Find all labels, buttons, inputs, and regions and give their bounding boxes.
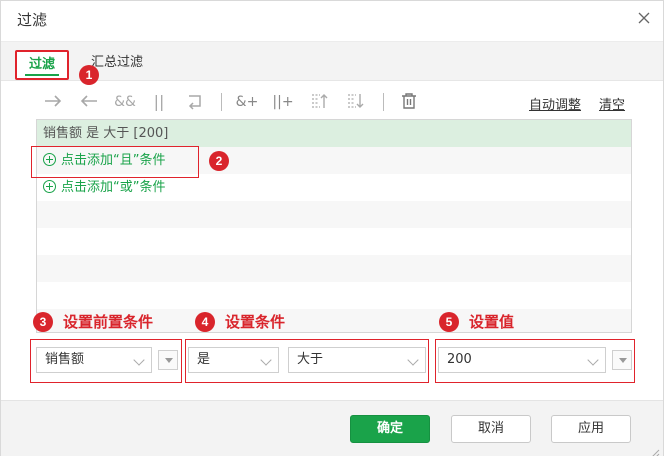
field-select[interactable]: 销售额 bbox=[36, 347, 152, 373]
condition-select-value: 大于 bbox=[297, 352, 324, 367]
add-or-condition-link[interactable]: 点击添加“或”条件 bbox=[61, 180, 165, 195]
empty-row bbox=[37, 282, 631, 309]
plus-circle-icon bbox=[43, 180, 56, 193]
add-or-row[interactable]: 点击添加“或”条件 bbox=[37, 174, 631, 201]
undo-wrap-icon[interactable] bbox=[183, 91, 207, 113]
add-or-icon[interactable]: ||+ bbox=[271, 91, 295, 113]
field-dropdown-button[interactable] bbox=[158, 350, 178, 370]
annotation-badge-1: 1 bbox=[79, 65, 99, 85]
annotation-box-2 bbox=[31, 146, 199, 178]
chevron-down-icon bbox=[260, 354, 272, 366]
condition-toolbar: && || &+ ||+ 自动调整 清空 bbox=[37, 89, 631, 115]
triangle-down-icon bbox=[165, 358, 173, 363]
ok-button[interactable]: 确定 bbox=[350, 415, 430, 443]
empty-row bbox=[37, 201, 631, 228]
tab-bar: 过滤 汇总过滤 bbox=[1, 41, 663, 81]
clear-link[interactable]: 清空 bbox=[599, 94, 625, 113]
move-up-icon[interactable] bbox=[307, 91, 331, 113]
apply-button[interactable]: 应用 bbox=[551, 415, 631, 443]
tab-filter[interactable]: 过滤 bbox=[15, 50, 69, 80]
annotation-badge-3: 3 bbox=[33, 312, 53, 332]
label-precondition: 设置前置条件 bbox=[63, 313, 154, 331]
filter-dialog: 过滤 过滤 汇总过滤 1 && || &+ ||+ 自动调整 清空 销售额 是 … bbox=[0, 0, 664, 456]
label-condition: 设置条件 bbox=[225, 313, 286, 331]
annotation-badge-5: 5 bbox=[439, 312, 459, 332]
arrow-left-icon[interactable] bbox=[77, 91, 101, 113]
field-select-value: 销售额 bbox=[45, 352, 85, 367]
arrow-right-icon[interactable] bbox=[41, 91, 65, 113]
condition-select[interactable]: 大于 bbox=[288, 347, 426, 373]
and-icon[interactable]: && bbox=[113, 91, 137, 113]
condition-row-selected[interactable]: 销售额 是 大于 [200] bbox=[37, 120, 631, 147]
toolbar-separator bbox=[383, 93, 384, 111]
annotation-badge-2: 2 bbox=[209, 151, 229, 171]
resize-grip-icon[interactable] bbox=[650, 443, 660, 456]
chevron-down-icon bbox=[133, 354, 145, 366]
dialog-footer: 确定 取消 应用 bbox=[1, 400, 663, 456]
annotation-badge-4: 4 bbox=[195, 312, 215, 332]
empty-row bbox=[37, 228, 631, 255]
value-select[interactable]: 200 bbox=[438, 347, 606, 373]
operator-select-value: 是 bbox=[197, 352, 211, 367]
active-tab-indicator bbox=[25, 74, 59, 76]
toolbar-separator bbox=[221, 93, 222, 111]
operator-select[interactable]: 是 bbox=[188, 347, 279, 373]
label-value: 设置值 bbox=[469, 313, 515, 331]
triangle-down-icon bbox=[619, 358, 627, 363]
dialog-title: 过滤 bbox=[17, 11, 48, 29]
cancel-button[interactable]: 取消 bbox=[451, 415, 531, 443]
tab-filter-label: 过滤 bbox=[28, 57, 55, 72]
chevron-down-icon bbox=[407, 354, 419, 366]
close-icon[interactable] bbox=[637, 11, 651, 25]
move-down-icon[interactable] bbox=[343, 91, 367, 113]
value-dropdown-button[interactable] bbox=[612, 350, 632, 370]
value-select-value: 200 bbox=[447, 352, 472, 367]
delete-icon[interactable] bbox=[397, 91, 421, 113]
add-and-icon[interactable]: &+ bbox=[235, 91, 259, 113]
empty-row bbox=[37, 255, 631, 282]
chevron-down-icon bbox=[587, 354, 599, 366]
auto-adjust-link[interactable]: 自动调整 bbox=[529, 94, 581, 113]
or-icon[interactable]: || bbox=[147, 91, 171, 113]
